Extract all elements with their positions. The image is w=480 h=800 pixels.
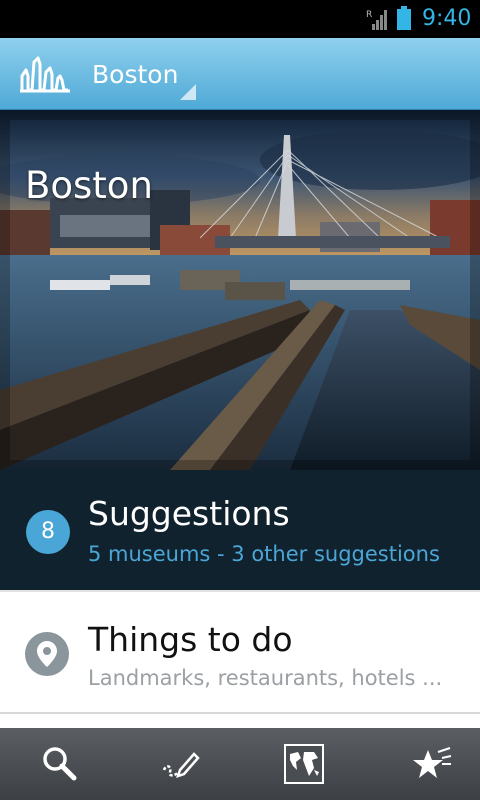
- city-selector-label: Boston: [92, 60, 179, 89]
- favorites-star-icon: [413, 747, 452, 778]
- dropdown-corner-icon: [180, 84, 196, 100]
- hero-banner[interactable]: Boston: [0, 110, 480, 470]
- action-bar: Boston: [0, 38, 480, 110]
- suggestions-count-badge: 8: [26, 510, 70, 554]
- world-map-icon: [284, 744, 324, 784]
- write-note-icon: [162, 752, 200, 778]
- city-skyline-logo-icon[interactable]: [20, 56, 70, 94]
- things-to-do-title: Things to do: [88, 620, 293, 659]
- suggestions-row[interactable]: 8 Suggestions 5 museums - 3 other sugges…: [0, 470, 480, 590]
- suggestions-title: Suggestions: [88, 494, 290, 533]
- search-icon: [43, 747, 77, 781]
- battery-icon: [397, 6, 411, 30]
- city-selector-dropdown[interactable]: Boston: [92, 50, 196, 100]
- signal-icon: R: [366, 10, 387, 30]
- notes-button[interactable]: [120, 728, 240, 800]
- map-button[interactable]: [244, 728, 364, 800]
- map-pin-icon: [25, 632, 69, 676]
- things-to-do-subtitle: Landmarks, restaurants, hotels ...: [88, 666, 443, 690]
- suggestions-subtitle: 5 museums - 3 other suggestions: [88, 542, 440, 566]
- things-to-do-row[interactable]: Things to do Landmarks, restaurants, hot…: [0, 590, 480, 714]
- status-time: 9:40: [422, 6, 472, 31]
- bottom-toolbar: [0, 728, 480, 800]
- favorites-button[interactable]: [372, 728, 480, 800]
- status-bar: R 9:40: [0, 0, 480, 38]
- search-button[interactable]: [0, 728, 120, 800]
- hero-city-title: Boston: [25, 164, 153, 207]
- next-list-item[interactable]: [0, 714, 480, 728]
- svg-text:R: R: [366, 10, 372, 20]
